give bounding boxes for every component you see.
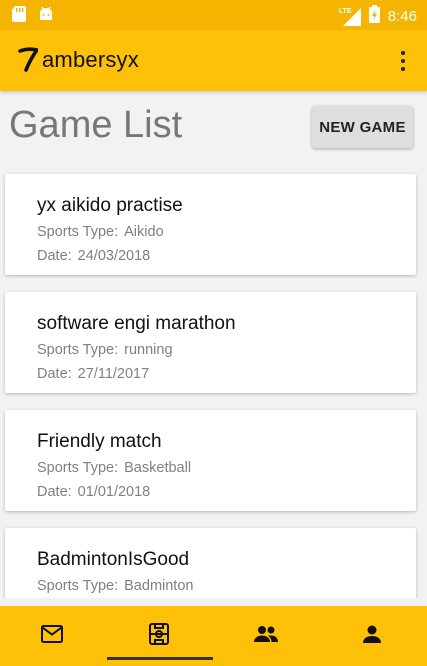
date-row: Date: 01/01/2018: [37, 484, 150, 500]
game-card[interactable]: Friendly match Sports Type: Basketball Da…: [5, 410, 416, 511]
group-icon[interactable]: [252, 620, 280, 648]
status-time: 8:46: [387, 8, 417, 25]
game-card[interactable]: BadmintonIsGood Sports Type: Badminton: [5, 528, 416, 598]
game-card[interactable]: yx aikido practise Sports Type: Aikido Da…: [5, 174, 416, 275]
date-label: Date:: [37, 248, 72, 264]
seven-logo-icon: [18, 46, 39, 72]
network-type-label: LTE: [338, 7, 352, 15]
sports-type-value: Basketball: [124, 460, 192, 476]
game-name: software engi marathon: [37, 313, 236, 334]
scoreboard-icon[interactable]: [145, 620, 173, 648]
date-value: 27/11/2017: [77, 366, 150, 382]
signal-icon: LTE: [338, 7, 361, 26]
person-icon[interactable]: [358, 620, 386, 648]
sports-type-value: running: [124, 342, 173, 358]
sports-type-row: Sports Type: Basketball: [37, 460, 191, 476]
battery-charging-icon: [368, 5, 380, 28]
mail-icon[interactable]: [38, 620, 66, 648]
date-row: Date: 24/03/2018: [37, 248, 150, 264]
app-bar: ambersyx: [0, 30, 427, 91]
sports-type-label: Sports Type:: [37, 342, 119, 358]
overflow-menu-icon[interactable]: [393, 49, 413, 73]
date-value: 01/01/2018: [77, 484, 151, 500]
sports-type-row: Sports Type: running: [37, 342, 173, 358]
sports-type-label: Sports Type:: [37, 224, 119, 240]
game-card[interactable]: software engi marathon Sports Type: runni…: [5, 292, 416, 393]
sports-type-label: Sports Type:: [37, 460, 119, 476]
sports-type-value: Badminton: [124, 578, 194, 594]
date-label: Date:: [37, 484, 72, 500]
game-name: Friendly match: [37, 431, 162, 452]
app-title: ambersyx: [42, 47, 139, 72]
android-icon: [38, 6, 54, 27]
date-label: Date:: [37, 366, 72, 382]
selected-tab-indicator: [107, 657, 213, 660]
sports-type-label: Sports Type:: [37, 578, 119, 594]
sd-card-icon: [12, 6, 26, 27]
date-row: Date: 27/11/2017: [37, 366, 149, 382]
sports-type-row: Sports Type: Badminton: [37, 578, 193, 594]
game-list[interactable]: yx aikido practise Sports Type: Aikido Da…: [0, 170, 427, 598]
game-name: yx aikido practise: [37, 195, 183, 216]
bottom-nav: [0, 606, 427, 666]
status-bar: LTE 8:46: [0, 0, 427, 30]
date-value: 24/03/2018: [77, 248, 151, 264]
sports-type-row: Sports Type: Aikido: [37, 224, 164, 240]
sports-type-value: Aikido: [124, 224, 164, 240]
new-game-button[interactable]: NEW GAME: [312, 106, 413, 148]
page-title: Game List: [9, 104, 183, 146]
game-name: BadmintonIsGood: [37, 549, 190, 570]
